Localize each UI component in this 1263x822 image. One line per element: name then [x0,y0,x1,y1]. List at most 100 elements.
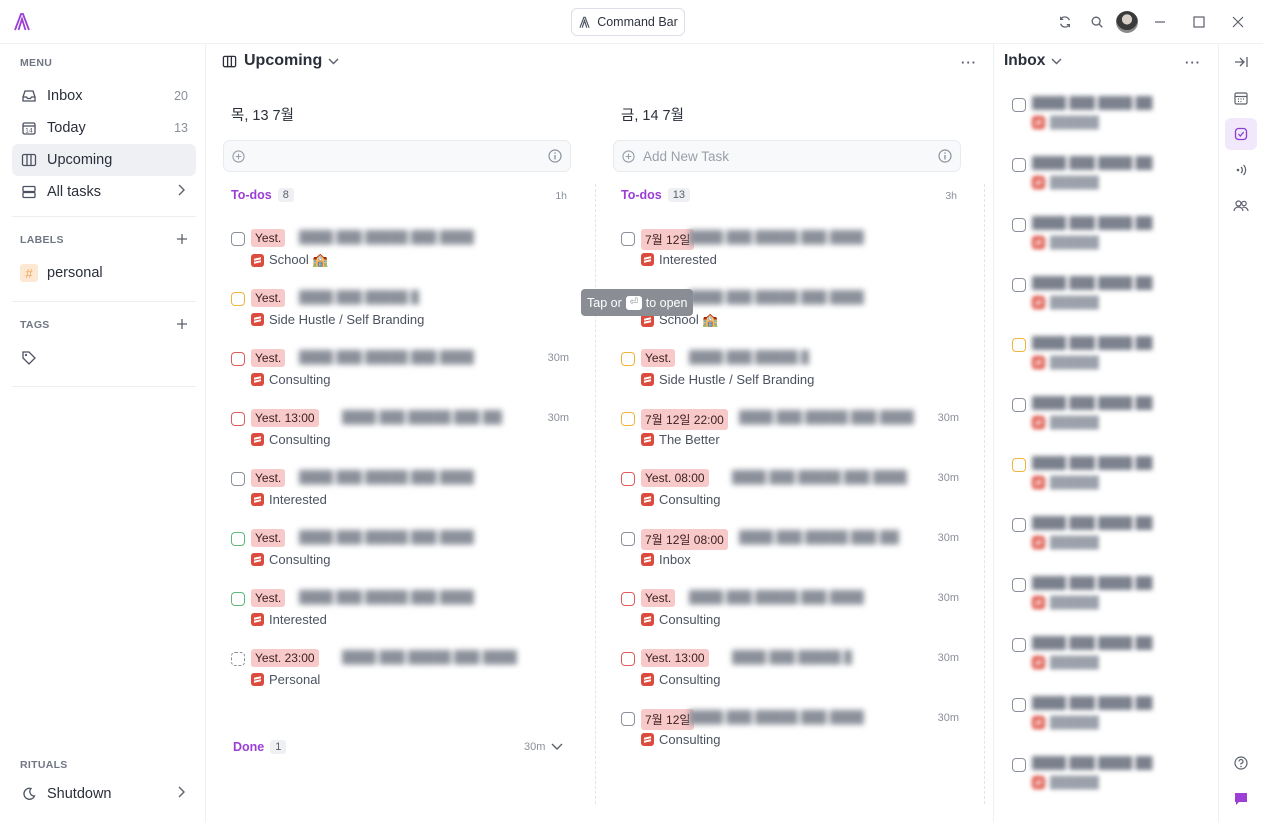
sidebar-item-inbox[interactable]: Inbox 20 [12,80,196,112]
task-checkbox[interactable] [1012,218,1026,232]
task-checkbox[interactable] [231,412,245,426]
task-checkbox[interactable] [1012,458,1026,472]
task-checkbox[interactable] [621,352,635,366]
task-checkbox[interactable] [1012,518,1026,532]
task-row[interactable]: 7월 12일 ████ ███ █████ ███ ████ Interested [621,228,961,280]
more-options-icon[interactable]: ··· [1183,52,1203,72]
inbox-icon [20,87,38,105]
inbox-task-row[interactable]: ████ ███ ████ ██ ██████ [1012,336,1192,380]
task-checkbox[interactable] [231,532,245,546]
minimize-icon[interactable] [1150,12,1170,32]
task-checkbox[interactable] [231,652,245,666]
task-row[interactable]: Yest. ████ ███ █████ ███ ████ Consulting 30… [621,588,961,640]
broadcast-icon[interactable] [1225,154,1257,186]
close-icon[interactable] [1228,12,1248,32]
task-row[interactable]: Yest. 23:00 ████ ███ █████ ███ ████ Person… [231,648,571,700]
sidebar-item-upcoming[interactable]: Upcoming [12,144,196,176]
calendar-day-icon: 14 [20,119,38,137]
task-checkbox[interactable] [1012,98,1026,112]
tasks-icon[interactable] [1225,118,1257,150]
inbox-task-row[interactable]: ████ ███ ████ ██ ██████ [1012,576,1192,620]
task-row[interactable]: Yest. ████ ███ █████ ███ ████ Side Hustle … [621,348,961,400]
task-row[interactable]: Yest. ████ ███ █████ ███ ████ Interested [231,468,571,520]
task-checkbox[interactable] [1012,338,1026,352]
command-bar-button[interactable]: Command Bar [571,8,685,36]
inbox-task-row[interactable]: ████ ███ ████ ██ ██████ [1012,156,1192,200]
task-checkbox[interactable] [621,652,635,666]
tag-icon [20,349,38,367]
task-duration: 30m [937,472,959,484]
chevron-right-icon [176,184,186,200]
collapse-panel-icon[interactable] [1225,46,1257,78]
todos-section-header[interactable]: To-dos 13 [621,188,690,202]
inbox-panel-switcher[interactable]: Inbox [1004,52,1062,70]
task-checkbox[interactable] [621,532,635,546]
task-checkbox[interactable] [621,412,635,426]
todoist-icon [251,493,264,506]
task-checkbox[interactable] [1012,578,1026,592]
inbox-task-row[interactable]: ████ ███ ████ ██ ██████ [1012,456,1192,500]
done-section-header[interactable]: Done 1 [233,740,287,754]
task-checkbox[interactable] [1012,398,1026,412]
chat-icon[interactable] [1225,783,1257,815]
add-label-button[interactable] [174,231,190,247]
inbox-task-row[interactable]: ████ ███ ████ ██ ██████ [1012,96,1192,140]
task-row[interactable]: Yest. ████ ███ █████ ███ ████ Interested [231,588,571,640]
inbox-task-row[interactable]: ████ ███ ████ ██ ██████ [1012,756,1192,800]
avatar[interactable] [1116,11,1138,33]
task-title-redacted: ████ ███ █████ ███ ████ [689,350,809,364]
task-checkbox[interactable] [231,292,245,306]
task-checkbox[interactable] [1012,158,1026,172]
todos-section-header[interactable]: To-dos 8 [231,188,294,202]
task-checkbox[interactable] [621,472,635,486]
task-checkbox[interactable] [1012,698,1026,712]
chevron-down-icon[interactable] [551,738,563,754]
view-switcher[interactable]: Upcoming [221,52,339,70]
sidebar-item-today[interactable]: 14 Today 13 [12,112,196,144]
task-row[interactable]: Yest. ████ ███ █████ ███ ████ School 🏫 [231,228,571,280]
task-checkbox[interactable] [621,712,635,726]
task-checkbox[interactable] [1012,758,1026,772]
search-icon[interactable] [1087,12,1107,32]
task-row[interactable]: Yest. ████ ███ █████ ███ ████ Side Hustle … [231,288,571,340]
task-row[interactable]: Yest. 08:00 ████ ███ █████ ███ ████ Consul… [621,468,961,520]
tags-button[interactable] [12,342,52,374]
task-checkbox[interactable] [621,232,635,246]
task-row[interactable]: Yest. 13:00 ████ ███ █████ ███ ████ Consul… [621,648,961,700]
calendar-icon[interactable] [1225,82,1257,114]
task-row[interactable]: 7월 12일 08:00 ████ ███ █████ ███ ████ Inbox… [621,528,961,580]
maximize-icon[interactable] [1189,12,1209,32]
more-options-icon[interactable]: ··· [959,52,979,72]
inbox-task-row[interactable]: ████ ███ ████ ██ ██████ [1012,216,1192,260]
task-checkbox[interactable] [231,472,245,486]
task-row[interactable]: 7월 12일 ████ ███ █████ ███ ████ Consulting 3… [621,708,961,760]
sidebar-item-all-tasks[interactable]: All tasks [12,176,196,208]
add-task-input[interactable] [223,140,571,172]
task-checkbox[interactable] [1012,638,1026,652]
inbox-task-row[interactable]: ████ ███ ████ ██ ██████ [1012,636,1192,680]
task-row[interactable]: 7월 12일 22:00 ████ ███ █████ ███ ████ The B… [621,408,961,460]
inbox-task-row[interactable]: ████ ███ ████ ██ ██████ [1012,396,1192,440]
info-icon[interactable] [548,149,562,163]
inbox-task-row[interactable]: ████ ███ ████ ██ ██████ [1012,696,1192,740]
help-icon[interactable] [1225,747,1257,779]
task-row[interactable]: Yest. 13:00 ████ ███ █████ ███ ████ Consul… [231,408,571,460]
task-checkbox[interactable] [621,592,635,606]
task-checkbox[interactable] [231,592,245,606]
task-duration: 30m [937,652,959,664]
inbox-task-row[interactable]: ████ ███ ████ ██ ██████ [1012,276,1192,320]
sync-icon[interactable] [1055,12,1075,32]
add-tag-button[interactable] [174,316,190,332]
sidebar-label-personal[interactable]: # personal [12,257,196,289]
task-checkbox[interactable] [1012,278,1026,292]
task-checkbox[interactable] [231,352,245,366]
task-row[interactable]: Yest. ████ ███ █████ ███ ████ Consulting [231,528,571,580]
info-icon[interactable] [938,149,952,163]
task-checkbox[interactable] [231,232,245,246]
inbox-task-row[interactable]: ████ ███ ████ ██ ██████ [1012,516,1192,560]
sidebar-item-shutdown[interactable]: Shutdown [12,778,196,810]
chevron-right-icon [176,786,186,802]
add-task-input[interactable]: Add New Task [613,140,961,172]
task-row[interactable]: Yest. ████ ███ █████ ███ ████ Consulting 30… [231,348,571,400]
users-icon[interactable] [1225,190,1257,222]
